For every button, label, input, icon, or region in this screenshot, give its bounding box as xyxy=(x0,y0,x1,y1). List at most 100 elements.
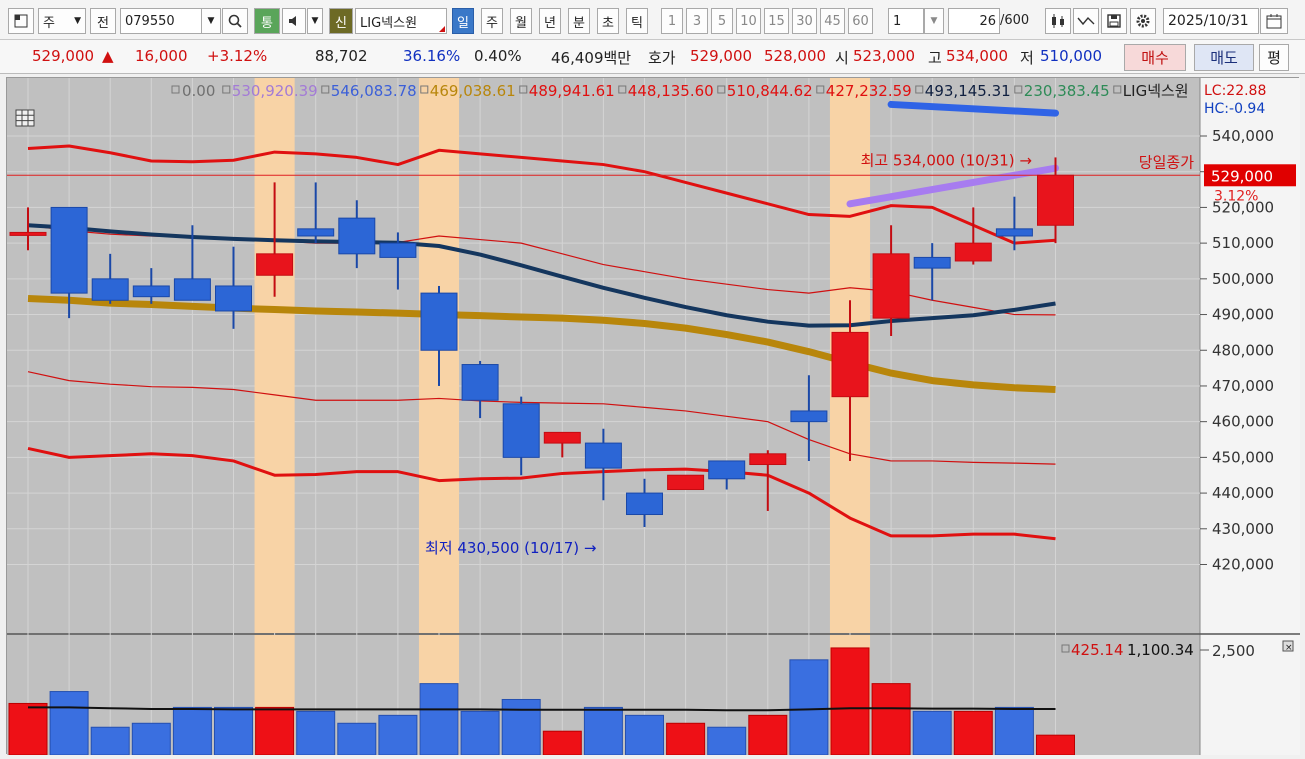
prev-button[interactable]: 전 xyxy=(90,8,116,34)
period-tab-1[interactable]: 주 xyxy=(481,8,503,34)
volume-bar xyxy=(789,659,829,756)
period-tab-6[interactable]: 틱 xyxy=(626,8,648,34)
interval-button-10[interactable]: 10 xyxy=(736,8,761,34)
toolbar: 주 ▼ 전 079550 ▼ 통 ▼ 신 LIG넥스원 일주월년분초틱 1 3 5 10… xyxy=(0,0,1305,40)
volume-bar xyxy=(378,714,418,756)
buy-button[interactable]: 매수 xyxy=(1124,44,1186,71)
calendar-icon[interactable] xyxy=(1260,8,1288,34)
tong-button[interactable]: 통 xyxy=(254,8,280,34)
candle-body xyxy=(91,278,129,301)
volume-bar xyxy=(501,698,541,756)
volume-bar xyxy=(90,726,130,756)
volume-bar xyxy=(131,722,171,756)
volume-bar xyxy=(871,683,911,756)
ask-price: 529,000 xyxy=(690,47,753,65)
interval-button-60[interactable]: 60 xyxy=(848,8,873,34)
speaker-dropdown-icon[interactable]: ▼ xyxy=(307,8,323,34)
interval-button-45[interactable]: 45 xyxy=(820,8,845,34)
volume-bar xyxy=(583,706,623,756)
change-percent: +3.12% xyxy=(207,47,268,65)
window-icon[interactable] xyxy=(8,8,34,34)
candle-body xyxy=(626,492,663,516)
volume-bar xyxy=(748,714,788,756)
bid-price: 528,000 xyxy=(764,47,827,65)
date-input[interactable]: 2025/10/31 xyxy=(1163,8,1259,34)
chart-area[interactable]: 420,000 430,000 440,000 450,000 460,000 470,0… xyxy=(6,77,1300,756)
volume-bar xyxy=(172,706,212,756)
hoga-label: 호가 xyxy=(648,49,676,67)
price-tick-label: 440,000 xyxy=(1212,484,1274,502)
interval-button-15[interactable]: 15 xyxy=(764,8,789,34)
volume-bar xyxy=(994,706,1034,756)
price-tick-label: 460,000 xyxy=(1212,413,1274,431)
candle-body xyxy=(584,442,622,469)
candle-body xyxy=(132,285,170,298)
code-input[interactable]: 079550 xyxy=(120,8,202,34)
period-tab-0[interactable]: 일 xyxy=(452,8,474,34)
candle-body xyxy=(790,410,828,423)
open-label: 시 xyxy=(835,49,849,67)
interval-button-1[interactable]: 1 xyxy=(661,8,683,34)
candle-body xyxy=(831,331,869,398)
change-arrow: ▲ xyxy=(102,47,114,65)
turnover-percent: 36.16% xyxy=(403,47,461,65)
sell-button[interactable]: 매도 xyxy=(1194,44,1254,71)
volume-bar xyxy=(255,706,295,756)
volume-bar xyxy=(214,706,253,756)
save-icon[interactable] xyxy=(1101,8,1127,34)
sin-button[interactable]: 신 xyxy=(329,8,353,34)
volume-bar xyxy=(625,714,664,756)
legend-value: 469,038.61 xyxy=(430,82,516,100)
price-change: 16,000 xyxy=(135,47,188,65)
gear-icon[interactable] xyxy=(1130,8,1156,34)
period-tab-3[interactable]: 년 xyxy=(539,8,561,34)
price-tick-label: 510,000 xyxy=(1212,234,1274,252)
interval-input[interactable]: 1 xyxy=(888,8,924,34)
low-annotation: 최저 430,500 (10/17) → xyxy=(425,539,596,557)
close-label: 당일종가 xyxy=(1139,153,1194,171)
interval-dropdown-icon[interactable]: ▼ xyxy=(924,8,944,34)
high-annotation: 최고 534,000 (10/31) → xyxy=(861,151,1032,169)
volume-bar xyxy=(296,710,336,756)
period-tab-4[interactable]: 분 xyxy=(568,8,590,34)
period-tab-2[interactable]: 월 xyxy=(510,8,532,34)
candle-body xyxy=(749,453,787,466)
lc-label: LC:22.88 xyxy=(1204,83,1266,99)
price-tick-label: 470,000 xyxy=(1212,377,1274,395)
candle-body xyxy=(338,217,376,255)
interval-button-30[interactable]: 30 xyxy=(792,8,817,34)
candle-body xyxy=(379,242,417,258)
stock-name-field[interactable]: LIG넥스원 xyxy=(355,8,447,34)
chart-tool-icon[interactable] xyxy=(1073,8,1099,34)
price-tick-label: 450,000 xyxy=(1212,448,1274,466)
speaker-icon[interactable] xyxy=(282,8,306,34)
volume-bar xyxy=(49,691,89,756)
trade-amount: 46,409백만 xyxy=(551,49,632,67)
volume-bar xyxy=(419,683,459,756)
low-label: 저 xyxy=(1020,49,1034,67)
interval-button-3[interactable]: 3 xyxy=(686,8,708,34)
search-icon[interactable] xyxy=(222,8,248,34)
legend-value: 510,844.62 xyxy=(727,82,813,100)
price-tag-label: 529,000 xyxy=(1211,167,1273,185)
volume-bar xyxy=(337,722,377,756)
volume-axis-label: 2,500 xyxy=(1212,642,1255,660)
low-price: 510,000 xyxy=(1040,47,1103,65)
interval-button-5[interactable]: 5 xyxy=(711,8,733,34)
legend-value: 427,232.59 xyxy=(826,82,912,100)
candle-body xyxy=(872,253,910,319)
eval-button[interactable]: 평 xyxy=(1259,44,1289,71)
candle-body xyxy=(913,256,951,269)
candle-body xyxy=(708,460,746,480)
chevron-down-icon: ▼ xyxy=(74,16,81,26)
volume-bar xyxy=(1036,734,1075,756)
type-select[interactable]: 주 ▼ xyxy=(38,8,86,34)
price-tick-label: 490,000 xyxy=(1212,306,1274,324)
code-dropdown-icon[interactable]: ▼ xyxy=(201,8,221,34)
candle-settings-icon[interactable] xyxy=(1045,8,1071,34)
price-chart[interactable]: 420,000 430,000 440,000 450,000 460,000 470,0… xyxy=(7,78,1300,756)
period-tab-5[interactable]: 초 xyxy=(597,8,619,34)
candle-body xyxy=(256,253,294,276)
volume-bar xyxy=(460,710,500,756)
count-input[interactable]: 26 xyxy=(948,8,1000,34)
